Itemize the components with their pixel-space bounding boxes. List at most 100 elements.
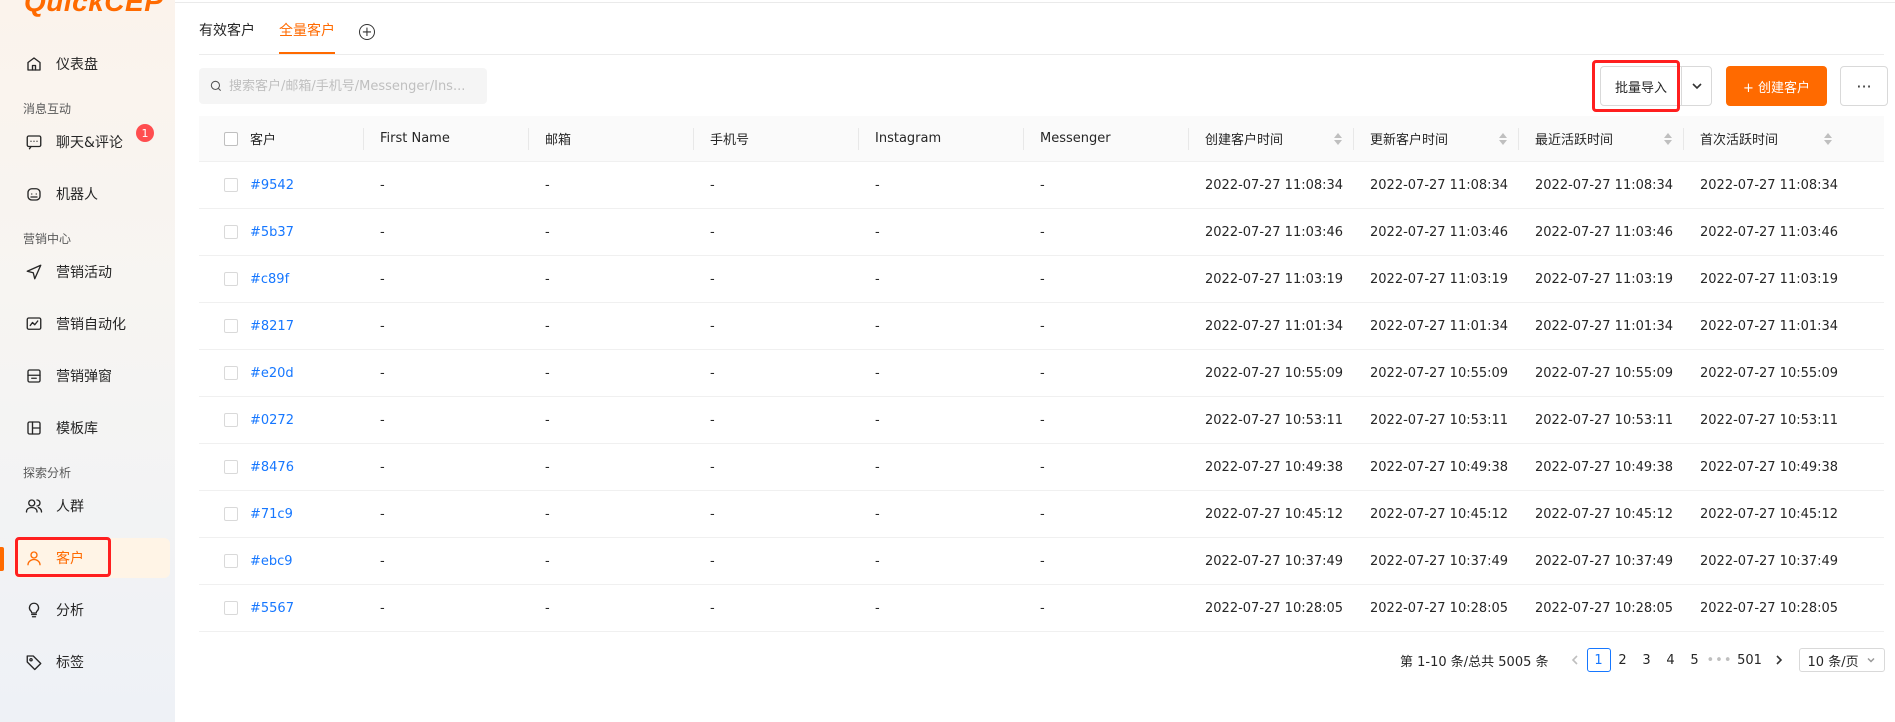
sort-icon[interactable]	[1334, 132, 1342, 145]
next-page-icon[interactable]	[1767, 648, 1791, 672]
column-header-created[interactable]: 创建客户时间	[1189, 116, 1354, 161]
pagination-ellipsis[interactable]: •••	[1707, 648, 1733, 672]
sidebar-item-robot[interactable]: 机器人	[14, 174, 170, 214]
add-tab-icon[interactable]: +	[359, 24, 375, 40]
search-input[interactable]	[229, 78, 479, 94]
row-checkbox[interactable]	[224, 366, 238, 380]
table-body: #9542 - - - - - 2022-07-27 11:08:34 2022-07-27 …	[199, 162, 1884, 632]
column-header-first-active[interactable]: 首次活跃时间	[1684, 116, 1844, 161]
page-1[interactable]: 1	[1586, 648, 1611, 672]
row-checkbox[interactable]	[224, 554, 238, 568]
bulb-icon	[24, 600, 44, 620]
bulk-import-button[interactable]: 批量导入	[1600, 66, 1712, 106]
sidebar-item-tags[interactable]: 标签	[14, 642, 170, 682]
cell-messenger: -	[1024, 303, 1189, 349]
page-5[interactable]: 5	[1683, 648, 1707, 672]
cell-value: 2022-07-27 10:37:49	[1370, 553, 1509, 569]
cell-updated: 2022-07-27 10:37:49	[1354, 538, 1519, 584]
customer-link[interactable]: #9542	[250, 178, 294, 193]
page-size-select[interactable]: 10 条/页	[1798, 648, 1885, 672]
sidebar-item-automation[interactable]: 营销自动化	[14, 304, 170, 344]
row-checkbox[interactable]	[224, 460, 238, 474]
sort-icon[interactable]	[1824, 132, 1832, 145]
cell-value: 2022-07-27 10:28:05	[1205, 600, 1344, 616]
search-icon	[210, 80, 222, 92]
more-button[interactable]: ···	[1840, 66, 1888, 106]
customer-link[interactable]: #5b37	[250, 225, 294, 240]
cell-instagram: -	[859, 397, 1024, 443]
chevron-down-icon[interactable]	[1682, 80, 1711, 92]
customer-link[interactable]: #e20d	[250, 366, 294, 381]
page-last[interactable]: 501	[1733, 648, 1767, 672]
select-all-checkbox[interactable]	[224, 131, 238, 146]
create-customer-button[interactable]: + 创建客户	[1726, 66, 1827, 106]
cell-email: -	[529, 585, 694, 631]
table-row[interactable]: #8476 - - - - - 2022-07-27 10:49:38 2022-07-27 …	[199, 444, 1884, 491]
page-2[interactable]: 2	[1611, 648, 1635, 672]
sidebar-item-chat[interactable]: 聊天&评论 1	[14, 122, 170, 162]
cell-instagram: -	[859, 209, 1024, 255]
customer-link[interactable]: #5567	[250, 601, 294, 616]
tag-icon	[24, 652, 44, 672]
sidebar-item-templates[interactable]: 模板库	[14, 408, 170, 448]
page-3[interactable]: 3	[1635, 648, 1659, 672]
sidebar-item-popups[interactable]: 营销弹窗	[14, 356, 170, 396]
table-row[interactable]: #c89f - - - - - 2022-07-27 11:03:19 2022-07-27 …	[199, 256, 1884, 303]
sidebar-item-audiences[interactable]: 人群	[14, 486, 170, 526]
cell-first-name: -	[364, 162, 529, 208]
cell-value: 2022-07-27 10:55:09	[1700, 365, 1839, 381]
column-header-last-active[interactable]: 最近活跃时间	[1519, 116, 1684, 161]
table-header: 客户 First Name 邮箱 手机号 Instagram Messenger…	[199, 116, 1884, 162]
row-checkbox[interactable]	[224, 507, 238, 521]
table-row[interactable]: #9542 - - - - - 2022-07-27 11:08:34 2022-07-27 …	[199, 162, 1884, 209]
cell-customer: #0272	[199, 397, 364, 443]
column-header-phone: 手机号	[694, 116, 859, 161]
customer-link[interactable]: #c89f	[250, 272, 289, 287]
column-label: 创建客户时间	[1205, 133, 1284, 148]
page-4[interactable]: 4	[1659, 648, 1683, 672]
cell-value: 2022-07-27 10:28:05	[1700, 600, 1839, 616]
row-checkbox[interactable]	[224, 178, 238, 192]
cell-updated: 2022-07-27 10:28:05	[1354, 585, 1519, 631]
sidebar-item-analysis[interactable]: 分析	[14, 590, 170, 630]
column-header-updated[interactable]: 更新客户时间	[1354, 116, 1519, 161]
cell-value: -	[710, 553, 715, 569]
prev-page-icon[interactable]	[1563, 648, 1587, 672]
customer-link[interactable]: #ebc9	[250, 554, 293, 569]
column-header-customer: 客户	[199, 116, 364, 161]
row-checkbox[interactable]	[224, 225, 238, 239]
table-row[interactable]: #5567 - - - - - 2022-07-27 10:28:05 2022-07-27 …	[199, 585, 1884, 632]
cell-value: -	[1040, 224, 1045, 240]
active-indicator	[0, 547, 4, 571]
customer-link[interactable]: #8217	[250, 319, 294, 334]
tab-all-customers[interactable]: 全量客户	[279, 20, 335, 54]
row-checkbox[interactable]	[224, 601, 238, 615]
customer-link[interactable]: #0272	[250, 413, 294, 428]
row-checkbox[interactable]	[224, 272, 238, 286]
customer-link[interactable]: #8476	[250, 460, 294, 475]
table-row[interactable]: #ebc9 - - - - - 2022-07-27 10:37:49 2022-07-27 …	[199, 538, 1884, 585]
table-row[interactable]: #0272 - - - - - 2022-07-27 10:53:11 2022-07-27 …	[199, 397, 1884, 444]
customer-link[interactable]: #71c9	[250, 507, 293, 522]
cell-value: 2022-07-27 10:28:05	[1370, 600, 1509, 616]
cell-email: -	[529, 538, 694, 584]
cell-value: -	[380, 224, 385, 240]
cell-value: -	[875, 271, 880, 287]
table-row[interactable]: #8217 - - - - - 2022-07-27 11:01:34 2022-07-27 …	[199, 303, 1884, 350]
sort-icon[interactable]	[1664, 132, 1672, 145]
cell-last-active: 2022-07-27 10:53:11	[1519, 397, 1684, 443]
sidebar-item-customers[interactable]: 客户	[14, 538, 170, 578]
sidebar-item-campaigns[interactable]: 营销活动	[14, 252, 170, 292]
row-checkbox[interactable]	[224, 319, 238, 333]
sidebar-item-dashboard[interactable]: 仪表盘	[14, 44, 170, 84]
table-row[interactable]: #e20d - - - - - 2022-07-27 10:55:09 2022-07-27 …	[199, 350, 1884, 397]
row-checkbox[interactable]	[224, 413, 238, 427]
tab-valid-customers[interactable]: 有效客户	[199, 20, 255, 54]
cell-customer: #c89f	[199, 256, 364, 302]
cell-email: -	[529, 256, 694, 302]
sort-icon[interactable]	[1499, 132, 1507, 145]
cell-email: -	[529, 444, 694, 490]
table-row[interactable]: #5b37 - - - - - 2022-07-27 11:03:46 2022-07-27 …	[199, 209, 1884, 256]
table-row[interactable]: #71c9 - - - - - 2022-07-27 10:45:12 2022-07-27 …	[199, 491, 1884, 538]
search-box	[199, 68, 487, 104]
